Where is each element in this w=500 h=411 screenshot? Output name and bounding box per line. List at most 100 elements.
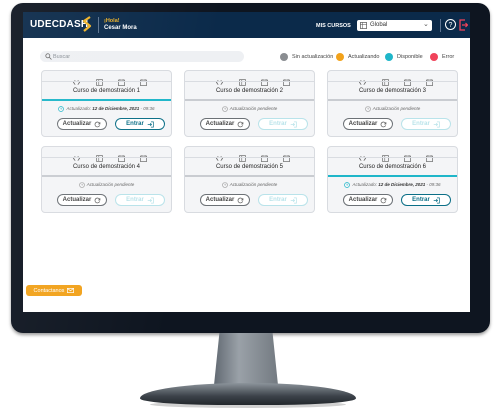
course-select[interactable]: Global ⌄ — [357, 20, 432, 31]
legend-dot — [430, 52, 438, 61]
calendar-icon[interactable] — [140, 149, 147, 162]
card-divider — [42, 81, 171, 82]
search-bar[interactable] — [40, 51, 244, 62]
update-button[interactable]: Actualizar — [343, 118, 393, 130]
card-toolbar — [42, 72, 171, 86]
login-icon — [433, 197, 440, 203]
calendar-icon[interactable] — [118, 73, 125, 86]
refresh-icon — [95, 121, 101, 127]
enter-button-label: Entrar — [269, 121, 287, 127]
table-icon[interactable] — [382, 149, 389, 162]
card-divider — [328, 157, 457, 158]
calendar-icon[interactable] — [426, 149, 433, 162]
logo-s-icon — [82, 16, 92, 32]
code-icon[interactable] — [73, 73, 80, 85]
calendar-icon[interactable] — [404, 149, 411, 162]
legend-updating: Actualizando — [336, 51, 380, 62]
status-date: 12 de Diciembre, 2021 — [378, 182, 426, 188]
refresh-icon — [95, 197, 101, 203]
table-icon[interactable] — [96, 149, 103, 162]
status-date: 12 de Diciembre, 2021 — [92, 106, 140, 112]
calendar-icon[interactable] — [261, 149, 268, 162]
enter-button[interactable]: Entrar — [401, 194, 451, 206]
login-icon — [290, 197, 297, 203]
legend-label: Actualizando — [348, 53, 380, 60]
calendar-icon[interactable] — [261, 73, 268, 86]
calendar-icon[interactable] — [426, 73, 433, 86]
course-title: Curso de demostración 2 — [215, 88, 284, 94]
course-card: Curso de demostración 3 Actualización pe… — [327, 70, 458, 137]
enter-button[interactable]: Entrar — [401, 118, 451, 130]
clock-icon — [221, 106, 228, 112]
enter-button[interactable]: Entrar — [115, 194, 165, 206]
login-icon — [290, 121, 297, 127]
user-name: Cesar Mora — [104, 25, 137, 31]
card-status: Actualización pendiente — [185, 182, 314, 188]
clock-icon — [221, 182, 228, 188]
calendar-icon[interactable] — [283, 149, 290, 162]
chevron-down-icon: ⌄ — [423, 21, 429, 28]
legend-available: Disponible — [385, 51, 423, 62]
status-prefix: Actualizado: — [66, 106, 91, 112]
search-input[interactable] — [53, 51, 233, 62]
card-status: Actualización pendiente — [328, 106, 457, 112]
refresh-icon — [238, 121, 244, 127]
code-icon[interactable] — [216, 73, 223, 85]
table-icon[interactable] — [239, 149, 246, 162]
grid-icon — [360, 22, 367, 29]
update-button[interactable]: Actualizar — [343, 194, 393, 206]
logout-icon[interactable] — [459, 19, 468, 31]
course-card: Curso de demostración 6 Actualizado: 12 … — [327, 146, 458, 213]
legend-dot — [280, 52, 288, 61]
course-card: Curso de demostración 2 Actualización pe… — [184, 70, 315, 137]
update-button[interactable]: Actualizar — [57, 194, 107, 206]
refresh-icon — [381, 121, 387, 127]
course-title: Curso de demostración 6 — [358, 164, 427, 170]
status-time: - 09:36 — [426, 182, 441, 188]
enter-button[interactable]: Entrar — [258, 194, 308, 206]
update-button[interactable]: Actualizar — [57, 118, 107, 130]
status-pending-text: Actualización pendiente — [229, 182, 278, 188]
table-icon[interactable] — [96, 73, 103, 86]
search-icon — [45, 53, 52, 60]
legend-dot — [385, 52, 393, 61]
calendar-icon[interactable] — [283, 73, 290, 86]
card-toolbar — [42, 148, 171, 162]
card-divider — [185, 81, 314, 82]
course-title: Curso de demostración 1 — [72, 88, 141, 94]
help-icon[interactable]: ? — [445, 19, 456, 30]
greeting-text: ¡Hola! — [104, 18, 120, 24]
table-icon[interactable] — [239, 73, 246, 86]
update-button[interactable]: Actualizar — [200, 194, 250, 206]
enter-button-label: Entrar — [126, 121, 144, 127]
header-divider-right — [440, 19, 441, 32]
my-courses-label: MIS CURSOS — [316, 23, 351, 29]
clock-icon — [364, 106, 371, 112]
status-bar — [42, 175, 171, 177]
enter-button-label: Entrar — [269, 197, 287, 203]
course-card: Curso de demostración 1 Actualizado: 12 … — [41, 70, 172, 137]
app-logo: UDECDASH — [30, 19, 89, 30]
code-icon[interactable] — [359, 149, 366, 161]
contact-label: Contactanos — [33, 287, 65, 294]
enter-button[interactable]: Entrar — [258, 118, 308, 130]
code-icon[interactable] — [73, 149, 80, 161]
update-button-label: Actualizar — [62, 121, 92, 127]
calendar-icon[interactable] — [404, 73, 411, 86]
legend-no-update: Sin actualización — [280, 51, 333, 62]
enter-button[interactable]: Entrar — [115, 118, 165, 130]
status-bar — [328, 99, 457, 101]
calendar-icon[interactable] — [118, 149, 125, 162]
card-status: Actualización pendiente — [185, 106, 314, 112]
status-pending-text: Actualización pendiente — [229, 106, 278, 112]
code-icon[interactable] — [359, 73, 366, 85]
card-status: Actualización pendiente — [42, 182, 171, 188]
refresh-icon — [238, 197, 244, 203]
calendar-icon[interactable] — [140, 73, 147, 86]
card-status: Actualizado: 12 de Diciembre, 2021 - 09:… — [328, 182, 457, 188]
contact-button[interactable]: Contactanos — [26, 285, 82, 296]
table-icon[interactable] — [382, 73, 389, 86]
code-icon[interactable] — [216, 149, 223, 161]
monitor-stand-neck — [213, 333, 279, 387]
update-button[interactable]: Actualizar — [200, 118, 250, 130]
